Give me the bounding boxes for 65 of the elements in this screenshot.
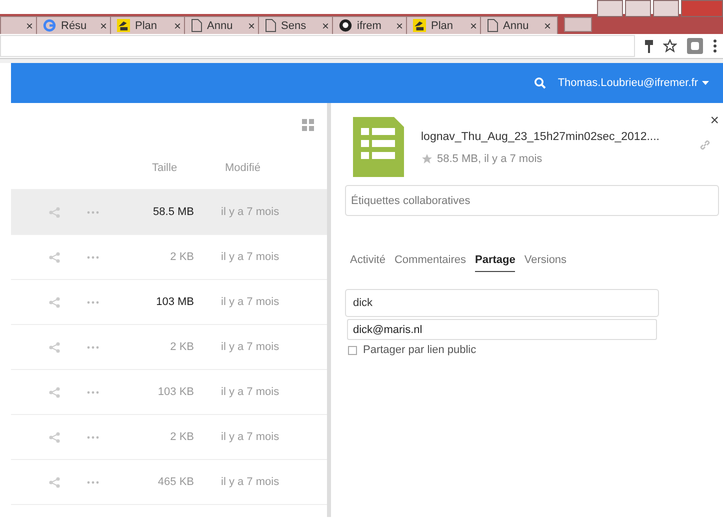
new-tab-button[interactable] <box>564 17 592 32</box>
sidebar-tab[interactable]: Activité <box>350 254 386 272</box>
sidebar-tab[interactable]: Versions <box>524 254 567 272</box>
share-icon[interactable] <box>49 386 60 398</box>
file-row[interactable]: 58.5 MB il y a 7 mois <box>11 190 327 235</box>
close-tab-button[interactable]: × <box>248 18 255 32</box>
autocomplete-option[interactable]: dick@maris.nl <box>347 319 657 340</box>
close-tab-button[interactable]: × <box>100 18 107 32</box>
logo-icon <box>413 19 426 32</box>
modified-date: il y a 7 mois <box>221 341 280 353</box>
file-meta: 58.5 MB, il y a 7 mois <box>437 153 542 165</box>
grid-view-icon[interactable] <box>302 119 314 131</box>
caret-icon <box>702 81 709 85</box>
more-icon[interactable] <box>713 39 717 53</box>
modified-date: il y a 7 mois <box>221 476 280 488</box>
user-menu[interactable]: Thomas.Loubrieu@ifremer.fr <box>558 77 709 89</box>
file-size: 103 KB <box>156 386 194 398</box>
file-size: 2 KB <box>169 431 194 443</box>
page-icon <box>487 19 498 32</box>
modified-date: il y a 7 mois <box>221 386 280 398</box>
extension-icon[interactable] <box>687 38 703 54</box>
address-bar[interactable] <box>0 35 635 57</box>
share-icon[interactable] <box>49 432 60 442</box>
modified-date: il y a 7 mois <box>221 206 280 218</box>
page-icon <box>191 19 202 32</box>
close-button[interactable]: × <box>710 113 719 128</box>
browser-tab[interactable]: Annu × <box>480 16 558 34</box>
link-icon[interactable] <box>699 139 711 151</box>
profile-button[interactable] <box>597 0 623 17</box>
logo-icon <box>117 19 130 32</box>
share-icon[interactable] <box>49 252 60 262</box>
page-icon <box>265 19 276 32</box>
share-icon[interactable] <box>49 342 60 352</box>
close-tab-button[interactable]: × <box>544 18 551 32</box>
file-size: 103 MB <box>155 296 194 308</box>
share-icon[interactable] <box>49 296 60 308</box>
file-name: lognav_Thu_Aug_23_15h27min02sec_2012.... <box>421 131 660 143</box>
file-row[interactable]: 103 MB il y a 7 mois <box>11 280 327 325</box>
share-icon[interactable] <box>49 206 60 218</box>
modified-date: il y a 7 mois <box>221 296 280 308</box>
sidebar-tab[interactable]: Partage <box>475 254 516 272</box>
file-size: 58.5 MB <box>152 206 194 218</box>
checkbox[interactable] <box>348 346 357 354</box>
close-tab-button[interactable]: × <box>322 18 329 32</box>
checkbox-label[interactable]: Partager par lien public <box>363 344 476 356</box>
close-tab-button[interactable]: × <box>470 18 477 32</box>
spreadsheet-icon <box>353 117 404 177</box>
modified-date: il y a 7 mois <box>221 251 280 263</box>
close-tab-button[interactable]: × <box>396 18 403 32</box>
close-tab-button[interactable]: × <box>174 18 181 32</box>
share-icon[interactable] <box>49 476 60 488</box>
search-icon[interactable] <box>534 77 546 89</box>
google-icon <box>43 19 56 32</box>
minimize-button[interactable] <box>625 0 651 17</box>
share-input[interactable]: dick <box>345 289 659 317</box>
close-tab-button[interactable]: × <box>26 18 33 32</box>
maximize-button[interactable] <box>653 0 679 17</box>
file-size: 2 KB <box>169 251 194 263</box>
tags-field[interactable]: Étiquettes collaboratives <box>345 185 719 216</box>
file-size: 2 KB <box>169 341 194 353</box>
sidebar-tab[interactable]: Commentaires <box>394 254 466 272</box>
star-icon[interactable] <box>663 39 677 53</box>
file-size: 465 KB <box>156 476 194 488</box>
modified-date: il y a 7 mois <box>221 431 280 443</box>
favorite-star-icon[interactable] <box>421 153 433 165</box>
